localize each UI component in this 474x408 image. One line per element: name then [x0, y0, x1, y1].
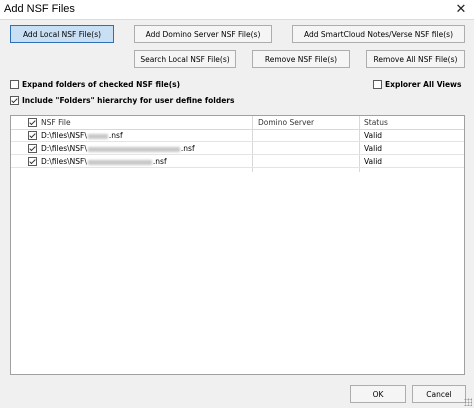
column-header-nsf-file[interactable]: NSF File	[41, 116, 71, 129]
title-bar: Add NSF Files ✕	[0, 0, 474, 20]
row-checkbox[interactable]	[28, 131, 37, 140]
add-local-nsf-button[interactable]: Add Local NSF File(s)	[10, 25, 114, 43]
redacted-text	[87, 159, 152, 165]
row-checkbox[interactable]	[28, 157, 37, 166]
close-icon[interactable]: ✕	[452, 1, 470, 19]
resize-grip-icon[interactable]	[464, 398, 472, 406]
include-folders-label: Include "Folders" hierarchy for user def…	[22, 96, 235, 105]
table-row[interactable]: D:\files\NSF\ .nsf Valid	[11, 143, 464, 155]
add-domino-nsf-button[interactable]: Add Domino Server NSF File(s)	[134, 25, 272, 43]
add-smartcloud-nsf-button[interactable]: Add SmartCloud Notes/Verse NSF file(s)	[292, 25, 465, 43]
table-row[interactable]: D:\files\NSF\ .nsf Valid	[11, 130, 464, 142]
select-all-checkbox[interactable]	[28, 118, 37, 127]
status-cell: Valid	[364, 131, 383, 140]
table-header: NSF File Domino Server Status	[11, 116, 464, 130]
column-header-status[interactable]: Status	[364, 116, 388, 129]
redacted-text	[87, 146, 180, 152]
redacted-text	[87, 133, 108, 139]
nsf-file-cell: D:\files\NSF\ .nsf	[41, 144, 195, 153]
explorer-all-views-checkbox[interactable]	[373, 80, 382, 89]
explorer-all-views-label: Explorer All Views	[385, 80, 462, 89]
search-local-nsf-button[interactable]: Search Local NSF File(s)	[134, 50, 236, 68]
status-cell: Valid	[364, 157, 383, 166]
column-header-domino-server[interactable]: Domino Server	[258, 116, 314, 129]
window-title: Add NSF Files	[4, 3, 75, 15]
nsf-file-cell: D:\files\NSF\ .nsf	[41, 157, 167, 166]
ok-button[interactable]: OK	[350, 385, 406, 403]
status-cell: Valid	[364, 144, 383, 153]
nsf-file-cell: D:\files\NSF\ .nsf	[41, 131, 123, 140]
remove-nsf-button[interactable]: Remove NSF File(s)	[252, 50, 350, 68]
expand-folders-checkbox[interactable]	[10, 80, 19, 89]
row-checkbox[interactable]	[28, 144, 37, 153]
expand-folders-label: Expand folders of checked NSF file(s)	[22, 80, 181, 89]
nsf-file-table[interactable]: NSF File Domino Server Status D:\files\N…	[10, 115, 465, 375]
remove-all-nsf-button[interactable]: Remove All NSF File(s)	[366, 50, 465, 68]
include-folders-checkbox[interactable]	[10, 96, 19, 105]
table-row[interactable]: D:\files\NSF\ .nsf Valid	[11, 156, 464, 168]
cancel-button[interactable]: Cancel	[412, 385, 466, 403]
